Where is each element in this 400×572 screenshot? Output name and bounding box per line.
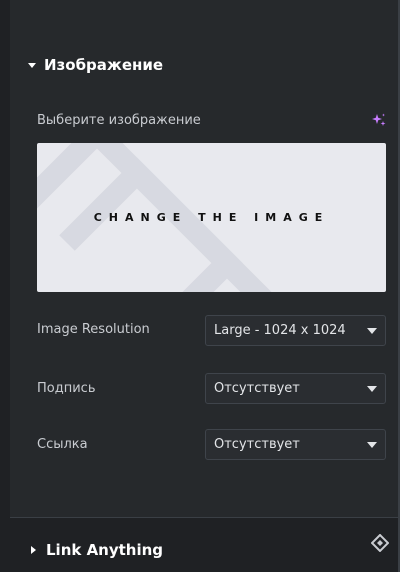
chevron-down-icon bbox=[367, 385, 377, 392]
caption-select[interactable]: Отсутствует bbox=[205, 373, 386, 404]
section-title: Изображение bbox=[44, 56, 164, 74]
caption-value: Отсутствует bbox=[214, 381, 300, 396]
section-header-image[interactable]: Изображение bbox=[28, 53, 163, 77]
image-resolution-select[interactable]: Large - 1024 x 1024 bbox=[205, 315, 386, 346]
link-value: Отсутствует bbox=[214, 437, 300, 452]
field-label-resolution: Image Resolution bbox=[37, 322, 150, 337]
bottom-section-title: Link Anything bbox=[46, 541, 164, 559]
caret-right-icon bbox=[31, 546, 36, 554]
change-image-text: CHANGE THE IMAGE bbox=[93, 211, 330, 224]
editor-panel: Изображение Выберите изображение CHANGE … bbox=[0, 0, 400, 572]
field-label-caption: Подпись bbox=[37, 381, 96, 396]
section-header-link-anything[interactable]: Link Anything bbox=[31, 539, 163, 561]
choose-image-label: Выберите изображение bbox=[37, 113, 201, 128]
link-select[interactable]: Отсутствует bbox=[205, 429, 386, 460]
addon-logo-icon bbox=[371, 534, 389, 552]
image-resolution-value: Large - 1024 x 1024 bbox=[214, 323, 346, 338]
field-label-link: Ссылка bbox=[37, 437, 88, 452]
chevron-down-icon bbox=[367, 327, 377, 334]
panel-left-edge bbox=[0, 0, 10, 572]
ai-sparkle-icon[interactable] bbox=[371, 112, 387, 128]
image-preview[interactable]: CHANGE THE IMAGE bbox=[37, 143, 386, 292]
chevron-down-icon bbox=[367, 441, 377, 448]
caret-down-icon bbox=[28, 62, 36, 68]
